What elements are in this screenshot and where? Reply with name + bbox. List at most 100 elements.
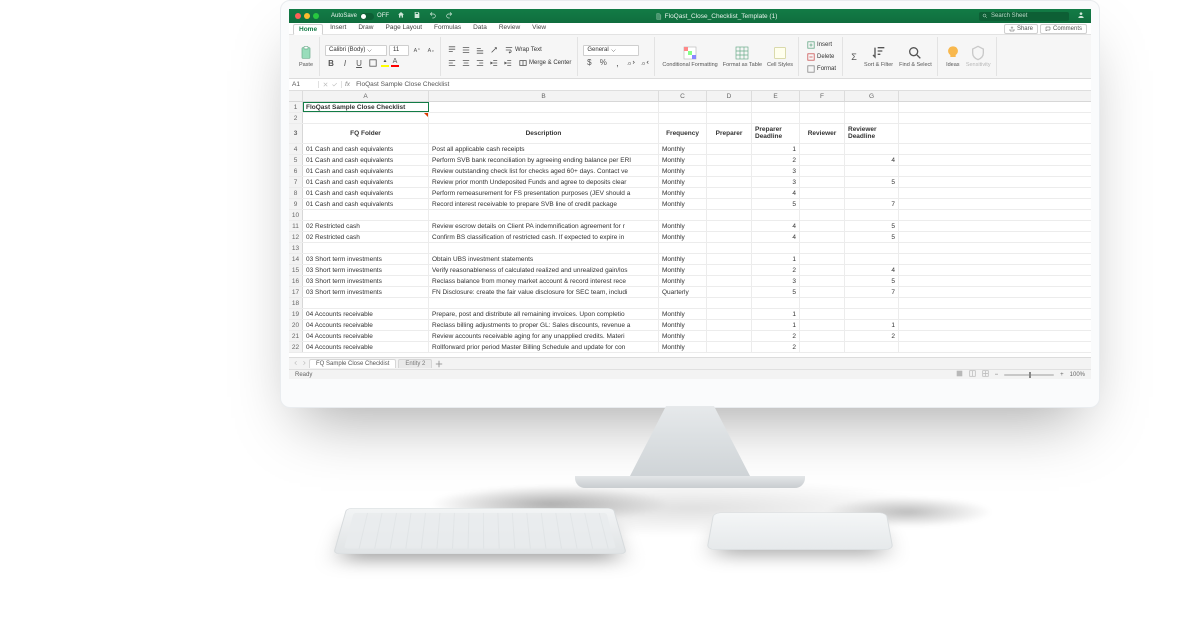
cell[interactable]: 02 Restricted cash xyxy=(303,221,429,231)
cell[interactable]: 7 xyxy=(845,287,899,297)
cell[interactable]: Monthly xyxy=(659,199,707,209)
cell[interactable] xyxy=(707,166,752,176)
cell[interactable]: Monthly xyxy=(659,309,707,319)
cell[interactable]: Monthly xyxy=(659,265,707,275)
row-header[interactable]: 1 xyxy=(289,102,303,112)
row-header[interactable]: 5 xyxy=(289,155,303,165)
format-cells-button[interactable]: Format xyxy=(804,63,839,74)
cell[interactable]: 03 Short term investments xyxy=(303,254,429,264)
cell-styles-button[interactable]: Cell Styles xyxy=(765,44,795,69)
grid-row[interactable]: 601 Cash and cash equivalentsReview outs… xyxy=(289,166,1091,177)
cell[interactable] xyxy=(800,287,845,297)
cell[interactable] xyxy=(800,298,845,308)
cell[interactable] xyxy=(707,287,752,297)
column-header[interactable]: G xyxy=(845,91,899,101)
cell[interactable] xyxy=(845,102,899,112)
cell[interactable]: 2 xyxy=(752,265,800,275)
cell[interactable] xyxy=(845,144,899,154)
cell[interactable]: Review escrow details on Client PA indem… xyxy=(429,221,659,231)
tab-view[interactable]: View xyxy=(527,23,551,34)
row-header[interactable]: 17 xyxy=(289,287,303,297)
align-bottom-icon[interactable] xyxy=(474,44,486,56)
cell[interactable]: 2 xyxy=(752,155,800,165)
cell[interactable]: 5 xyxy=(845,232,899,242)
cancel-icon[interactable] xyxy=(322,81,329,88)
tab-formulas[interactable]: Formulas xyxy=(429,23,466,34)
increase-decimal-icon[interactable]: .0 xyxy=(625,57,637,69)
sheet-tab[interactable]: Entity 2 xyxy=(398,359,432,368)
bold-icon[interactable]: B xyxy=(325,57,337,69)
sheet-prev-icon[interactable] xyxy=(293,360,299,368)
row-header[interactable]: 6 xyxy=(289,166,303,176)
percent-icon[interactable]: % xyxy=(597,57,609,69)
grid-row[interactable]: 1403 Short term investmentsObtain UBS in… xyxy=(289,254,1091,265)
cell[interactable] xyxy=(800,232,845,242)
formula-input[interactable]: FloQast Sample Close Checklist xyxy=(353,81,1091,88)
grid-row[interactable]: 1102 Restricted cashReview escrow detail… xyxy=(289,221,1091,232)
grid-row[interactable]: 901 Cash and cash equivalentsRecord inte… xyxy=(289,199,1091,210)
header-cell[interactable]: Frequency xyxy=(659,124,707,143)
column-headers[interactable]: ABCDEFG xyxy=(289,91,1091,102)
header-cell[interactable]: Preparer xyxy=(707,124,752,143)
cell[interactable]: 04 Accounts receivable xyxy=(303,342,429,352)
cell[interactable] xyxy=(845,166,899,176)
cell[interactable] xyxy=(845,342,899,352)
column-header[interactable]: D xyxy=(707,91,752,101)
view-pagebreak-icon[interactable] xyxy=(982,370,989,379)
cell[interactable] xyxy=(800,166,845,176)
cell[interactable] xyxy=(303,210,429,220)
cell[interactable] xyxy=(707,342,752,352)
cell[interactable]: Monthly xyxy=(659,155,707,165)
view-normal-icon[interactable] xyxy=(956,370,963,379)
cell[interactable]: 1 xyxy=(845,320,899,330)
cell[interactable]: 1 xyxy=(752,254,800,264)
row-header[interactable]: 18 xyxy=(289,298,303,308)
number-format-select[interactable]: General xyxy=(583,45,639,56)
grid-row[interactable]: 801 Cash and cash equivalentsPerform rem… xyxy=(289,188,1091,199)
cell[interactable]: Monthly xyxy=(659,188,707,198)
cell[interactable]: Monthly xyxy=(659,331,707,341)
underline-icon[interactable]: U xyxy=(353,57,365,69)
row-header[interactable]: 14 xyxy=(289,254,303,264)
row-header[interactable]: 8 xyxy=(289,188,303,198)
cell[interactable]: 04 Accounts receivable xyxy=(303,331,429,341)
cell[interactable]: Perform SVB bank reconciliation by agree… xyxy=(429,155,659,165)
cell[interactable]: Post all applicable cash receipts xyxy=(429,144,659,154)
row-header[interactable]: 9 xyxy=(289,199,303,209)
cell[interactable] xyxy=(707,232,752,242)
name-box[interactable]: A1 xyxy=(289,81,319,88)
zoom-in-icon[interactable]: + xyxy=(1060,372,1064,378)
cell[interactable]: 1 xyxy=(752,144,800,154)
cell[interactable]: Monthly xyxy=(659,320,707,330)
cell[interactable] xyxy=(845,243,899,253)
cell[interactable] xyxy=(845,309,899,319)
cell[interactable] xyxy=(429,243,659,253)
cell[interactable] xyxy=(707,298,752,308)
align-left-icon[interactable] xyxy=(446,57,458,69)
header-cell[interactable]: Reviewer xyxy=(800,124,845,143)
cell[interactable] xyxy=(800,221,845,231)
cell[interactable]: Monthly xyxy=(659,177,707,187)
comma-icon[interactable]: , xyxy=(611,57,623,69)
cell[interactable] xyxy=(800,254,845,264)
cell[interactable]: Obtain UBS investment statements xyxy=(429,254,659,264)
grid-row[interactable]: 501 Cash and cash equivalentsPerform SVB… xyxy=(289,155,1091,166)
cell[interactable]: 01 Cash and cash equivalents xyxy=(303,155,429,165)
row-header[interactable]: 11 xyxy=(289,221,303,231)
cell[interactable]: Rollforward prior period Master Billing … xyxy=(429,342,659,352)
merge-center-button[interactable]: Merge & Center xyxy=(516,58,574,69)
zoom-out-icon[interactable]: − xyxy=(995,372,999,378)
toggle-icon[interactable] xyxy=(360,13,374,20)
cell[interactable] xyxy=(800,342,845,352)
cell[interactable] xyxy=(707,331,752,341)
decrease-decimal-icon[interactable]: .0 xyxy=(639,57,651,69)
column-header[interactable]: B xyxy=(429,91,659,101)
sheet-next-icon[interactable] xyxy=(301,360,307,368)
undo-icon[interactable] xyxy=(429,11,437,21)
cell[interactable] xyxy=(707,221,752,231)
cell[interactable]: 3 xyxy=(752,177,800,187)
grid-row[interactable]: 10 xyxy=(289,210,1091,221)
decrease-indent-icon[interactable] xyxy=(488,57,500,69)
row-header[interactable]: 2 xyxy=(289,113,303,123)
header-cell[interactable]: Description xyxy=(429,124,659,143)
